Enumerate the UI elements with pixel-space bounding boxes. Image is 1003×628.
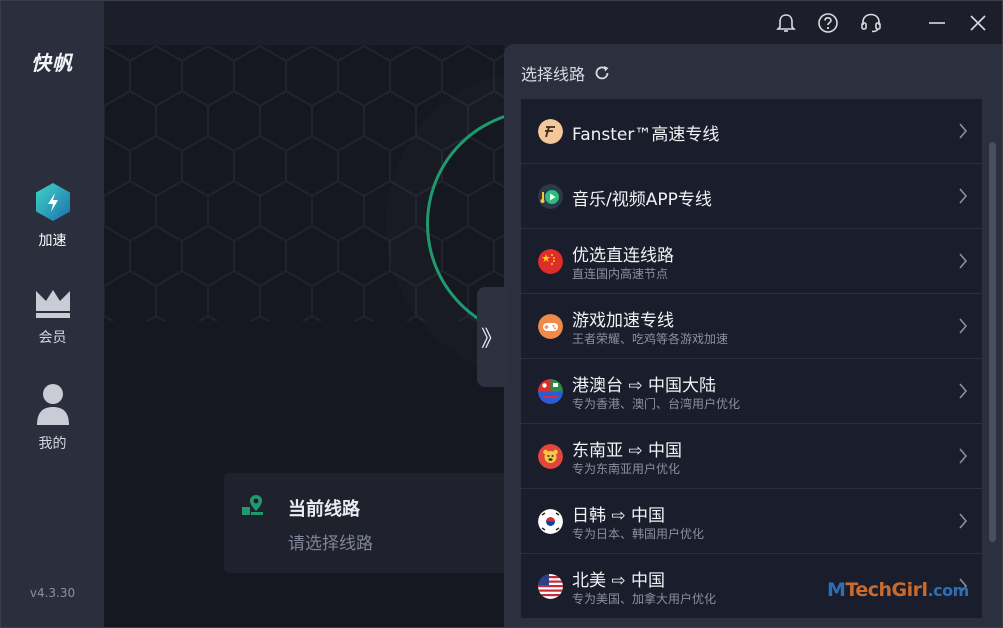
sidebar-item-accelerate[interactable]: 加速 [1, 182, 104, 250]
title-bar [104, 1, 1002, 45]
hk-macau-taiwan-flag-icon [538, 379, 563, 404]
route-map-pin-icon [242, 495, 263, 515]
watermark: MTechGirl.com [827, 579, 969, 601]
gamepad-icon [538, 314, 563, 339]
version-label: v4.3.30 [29, 586, 76, 600]
route-title: 港澳台 ⇨ 中国大陆 [572, 376, 717, 396]
sidebar-item-vip[interactable]: 会员 [1, 287, 104, 347]
chevron-right-icon [959, 188, 968, 204]
route-item[interactable]: 优选直连线路 直连国内高速节点 [521, 229, 982, 293]
route-item[interactable]: 游戏加速专线 王者荣耀、吃鸡等各游戏加速 [521, 294, 982, 358]
route-subtitle: 专为美国、加拿大用户优化 [572, 592, 717, 606]
route-title: 游戏加速专线 [572, 311, 674, 331]
support-headset-icon[interactable] [860, 12, 882, 34]
route-title: 音乐/视频APP专线 [572, 190, 712, 210]
panel-title: 选择线路 [521, 65, 586, 84]
close-icon[interactable] [967, 12, 989, 34]
chevron-right-icon [959, 253, 968, 269]
route-select-panel: 选择线路 Fanster™高速专线 音乐/视频APP专线 优选直连线路 直连国内… [504, 44, 1002, 627]
route-subtitle: 专为日本、韩国用户优化 [572, 527, 705, 541]
southeast-asia-icon [538, 444, 563, 469]
minimize-icon[interactable] [926, 12, 948, 34]
sidebar-item-label: 会员 [38, 330, 67, 346]
sidebar-item-profile[interactable]: 我的 [1, 383, 104, 453]
route-list-scrollbar[interactable] [989, 142, 996, 542]
route-title: 优选直连线路 [572, 246, 674, 266]
chevron-right-icon [959, 123, 968, 139]
music-video-icon [538, 184, 563, 209]
chevron-right-icon [959, 318, 968, 334]
current-route-card[interactable]: 当前线路 请选择线路 [224, 473, 504, 573]
fanster-logo-icon [538, 119, 563, 144]
usa-flag-icon [538, 574, 563, 599]
chevron-right-icon [959, 383, 968, 399]
route-list: Fanster™高速专线 音乐/视频APP专线 优选直连线路 直连国内高速节点 … [521, 99, 982, 627]
refresh-icon[interactable] [593, 64, 611, 82]
route-title: 东南亚 ⇨ 中国 [572, 441, 683, 461]
sidebar: 快帆 加速 会员 我的 v4.3.30 [1, 1, 104, 627]
route-subtitle: 直连国内高速节点 [572, 267, 669, 281]
route-item[interactable]: 港澳台 ⇨ 中国大陆 专为香港、澳门、台湾用户优化 [521, 359, 982, 423]
chevron-right-icon [959, 513, 968, 529]
sidebar-item-label: 加速 [38, 233, 67, 249]
main-area: 当前线路 请选择线路 [104, 45, 504, 627]
route-item[interactable]: Fanster™高速专线 [521, 99, 982, 163]
route-subtitle: 专为东南亚用户优化 [572, 462, 681, 476]
app-window: 快帆 加速 会员 我的 v4.3.30 当前线路 请选择线路 》 选择线路 Fa… [0, 0, 1003, 628]
route-title: 日韩 ⇨ 中国 [572, 506, 666, 526]
help-icon[interactable] [817, 12, 839, 34]
panel-collapse-toggle[interactable]: 》 [477, 287, 507, 387]
app-logo: 快帆 [31, 51, 73, 75]
route-title: 北美 ⇨ 中国 [572, 571, 666, 591]
current-route-title: 当前线路 [288, 499, 360, 520]
panel-header: 选择线路 [521, 61, 611, 85]
sidebar-item-label: 我的 [38, 436, 67, 452]
lightning-hexagon-icon [35, 183, 70, 221]
chevron-right-icon [959, 448, 968, 464]
japan-korea-flag-icon [538, 509, 563, 534]
china-flag-icon [538, 249, 563, 274]
bell-icon[interactable] [775, 12, 797, 34]
route-title: Fanster™高速专线 [572, 125, 720, 145]
user-icon [36, 384, 69, 425]
crown-icon [35, 290, 70, 318]
route-item[interactable]: 日韩 ⇨ 中国 专为日本、韩国用户优化 [521, 489, 982, 553]
route-subtitle: 王者荣耀、吃鸡等各游戏加速 [572, 332, 729, 346]
route-item[interactable]: 音乐/视频APP专线 [521, 164, 982, 228]
route-subtitle: 专为香港、澳门、台湾用户优化 [572, 397, 741, 411]
double-chevron-icon: 》 [480, 327, 503, 352]
route-item[interactable]: 东南亚 ⇨ 中国 专为东南亚用户优化 [521, 424, 982, 488]
current-route-placeholder: 请选择线路 [288, 534, 373, 554]
